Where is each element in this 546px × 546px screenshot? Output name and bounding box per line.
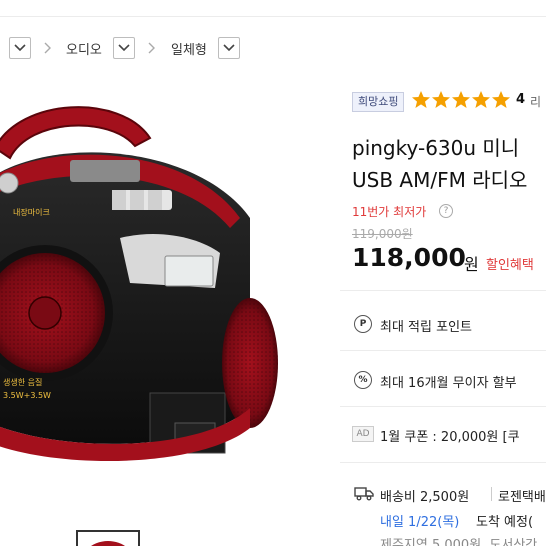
max-points-link[interactable]: 최대 적립 포인트 xyxy=(380,316,472,335)
category-dropdown-level1[interactable] xyxy=(9,37,31,59)
question-icon[interactable]: ? xyxy=(439,204,453,218)
star-icon xyxy=(472,91,490,108)
product-title-line1: pingky-630u 미니 xyxy=(352,136,520,160)
delivery-status: 도착 예정( xyxy=(476,515,534,530)
section-divider xyxy=(340,350,546,351)
category-dropdown-level2[interactable] xyxy=(113,37,135,59)
chevron-right-icon xyxy=(44,42,51,54)
discount-benefit-link[interactable]: 할인혜택 xyxy=(486,254,534,273)
lowest-price-label: 11번가 최저가 xyxy=(352,205,427,219)
star-icon xyxy=(412,91,430,108)
sale-price: 118,000 xyxy=(352,243,466,272)
shipping-fee: 배송비 2,500원 xyxy=(380,490,470,505)
jeju-shipping-note: 제주지역 5,000원, 도서산간 xyxy=(380,538,538,546)
coupon-link[interactable]: 1월 쿠폰 : 20,000원 [쿠 xyxy=(380,426,520,445)
speaker-wattage-label: 3.5W+3.5W xyxy=(3,391,51,400)
breadcrumb-item-integrated[interactable]: 일체형 xyxy=(171,39,207,58)
star-icon xyxy=(452,91,470,108)
chevron-down-icon xyxy=(223,44,235,52)
product-main-image[interactable]: 내장마이크 생생한 음질 3.5W+3.5W xyxy=(0,78,300,478)
seller-badge[interactable]: 희망쇼핑 xyxy=(352,92,405,112)
original-price: 119,000원 xyxy=(352,227,413,241)
delivery-date: 내일 1/22(목) xyxy=(380,515,460,530)
truck-icon xyxy=(354,487,374,501)
section-divider xyxy=(340,462,546,463)
breadcrumb-item-audio[interactable]: 오디오 xyxy=(66,39,102,58)
section-divider xyxy=(340,406,546,407)
installment-link[interactable]: 최대 16개월 무이자 할부 xyxy=(380,372,517,391)
rating-count[interactable]: 4 xyxy=(516,92,525,107)
currency-unit: 원 xyxy=(464,255,479,274)
star-icon xyxy=(432,91,450,108)
speaker-label: 생생한 음질 xyxy=(3,377,42,387)
mic-label: 내장마이크 xyxy=(13,207,50,217)
star-icon xyxy=(492,91,510,108)
ad-badge: AD xyxy=(352,426,374,442)
chevron-down-icon xyxy=(14,44,26,52)
rating-stars xyxy=(411,90,511,112)
separator xyxy=(491,487,492,501)
chevron-down-icon xyxy=(118,44,130,52)
percent-icon: % xyxy=(354,371,372,389)
review-link[interactable]: 리 xyxy=(530,93,541,110)
courier-name: 로젠택배 xyxy=(498,490,546,505)
category-dropdown-level3[interactable] xyxy=(218,37,240,59)
points-icon: P xyxy=(354,315,372,333)
section-divider xyxy=(340,290,546,291)
chevron-right-icon xyxy=(148,42,155,54)
product-title-line2: USB AM/FM 라디오 xyxy=(352,168,528,192)
header-divider xyxy=(0,16,546,17)
product-thumbnail[interactable] xyxy=(76,530,140,546)
